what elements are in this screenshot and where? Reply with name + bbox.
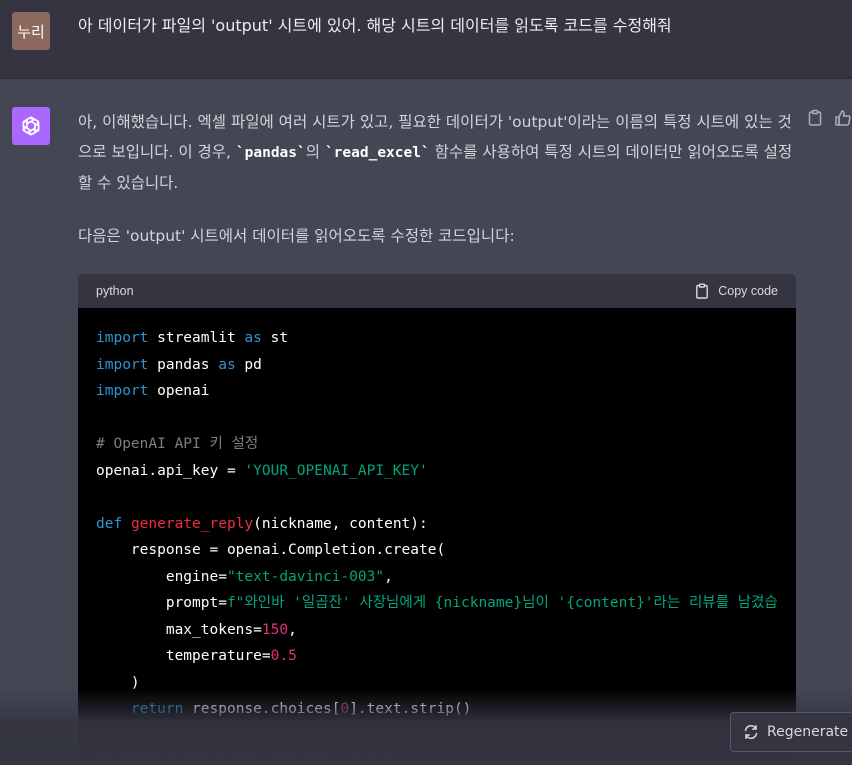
assistant-message-row: 아, 이해했습니다. 엑셀 파일에 여러 시트가 있고, 필요한 데이터가 'o… (0, 79, 852, 765)
code-line: st.title("리뷰에 대한 답글 생성 서비스") (96, 754, 396, 765)
code-line: response = openai.Completion.create( (96, 542, 446, 558)
clipboard-icon (696, 283, 709, 299)
user-avatar: 누리 (12, 12, 50, 50)
code-language-label: python (96, 284, 134, 298)
code-line: return response.choices[0].text.strip() (130, 701, 472, 717)
code-line: ) (96, 674, 140, 691)
user-message-row: 누리 아 데이터가 파일의 'output' 시트에 있어. 해당 시트의 데이… (0, 0, 852, 79)
code-content: import streamlit as st import pandas as p… (78, 308, 796, 765)
copy-code-button[interactable]: Copy code (694, 283, 778, 299)
answer-paragraph-1: 아, 이해했습니다. 엑셀 파일에 여러 시트가 있고, 필요한 데이터가 'o… (78, 107, 794, 198)
refresh-icon (744, 724, 758, 740)
thumbs-up-icon[interactable] (834, 109, 852, 127)
clipboard-icon[interactable] (806, 109, 824, 127)
code-line: temperature=0.5 (96, 648, 297, 664)
code-line: # OpenAI API 키 설정 (96, 436, 259, 452)
code-header: python Copy code (78, 274, 796, 308)
message-actions (806, 109, 852, 127)
user-message-text: 아 데이터가 파일의 'output' 시트에 있어. 해당 시트의 데이터를 … (78, 16, 672, 35)
code-line: import streamlit as st (96, 330, 289, 346)
code-line: import pandas as pd (96, 356, 262, 373)
code-line: engine="text-davinci-003", (96, 568, 393, 585)
copy-code-label: Copy code (718, 284, 778, 298)
openai-logo-icon (12, 107, 50, 145)
inline-code-pandas: `pandas` (235, 145, 306, 161)
code-line: import openai (96, 383, 210, 399)
code-line: openai.api_key = 'YOUR_OPENAI_API_KEY' (96, 462, 428, 479)
regenerate-label: Regenerate (767, 724, 849, 740)
code-line: prompt=f"와인바 '일곱잔' 사장님에게 {nickname}님이 '{… (96, 595, 778, 611)
code-line: def generate_reply(nickname, content): (96, 515, 428, 532)
code-line: max_tokens=150, (96, 621, 297, 638)
code-block: python Copy code import streamlit as st i… (78, 274, 796, 765)
answer-text: 의 (305, 143, 325, 161)
answer-paragraph-2: 다음은 'output' 시트에서 데이터를 읽어오도록 수정한 코드입니다: (78, 227, 515, 245)
inline-code-read-excel: `read_excel` (324, 145, 430, 161)
regenerate-button[interactable]: Regenerate (730, 712, 852, 752)
